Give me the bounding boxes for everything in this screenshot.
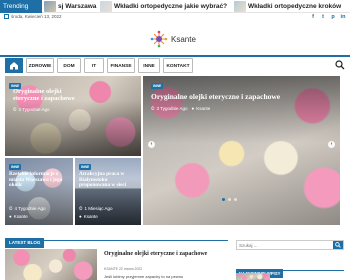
date-text: środa, Kwiecień 13, 2022 bbox=[11, 14, 62, 19]
latest-post-image[interactable] bbox=[5, 249, 97, 280]
facebook-icon[interactable]: f bbox=[310, 14, 316, 20]
card-time: 1 Miesiąc Ago bbox=[84, 206, 113, 211]
sidebar-recent-heading: NAJNOWSZE WPISY bbox=[236, 262, 344, 278]
search-input[interactable] bbox=[237, 241, 333, 249]
card-author-row: ● Ksante bbox=[9, 214, 28, 219]
nav-item-kontakt[interactable]: KONTAKT bbox=[163, 58, 193, 73]
category-badge[interactable]: INNE bbox=[9, 164, 22, 170]
section-title: LATEST BLOG bbox=[5, 238, 45, 248]
clock-icon: ⏲ bbox=[151, 106, 155, 111]
slider-dot[interactable] bbox=[222, 198, 225, 201]
nav-item-dom[interactable]: DOM bbox=[57, 58, 81, 73]
logo-text: Ksante bbox=[171, 34, 196, 44]
nav-item-finanse[interactable]: FINANSE bbox=[107, 58, 135, 73]
pinterest-icon[interactable]: p bbox=[330, 14, 336, 20]
card-author[interactable]: Ksante bbox=[196, 106, 210, 111]
trending-item-text: Wkładki ortopedyczne jakie wybrać? bbox=[114, 3, 228, 10]
slider-prev-button[interactable]: ‹ bbox=[148, 141, 155, 148]
card-author[interactable]: Ksante bbox=[14, 214, 28, 219]
latest-post-excerpt: Jeśli lubimy przyjemne zapachy to na pew… bbox=[104, 274, 184, 279]
trending-label: Trending News bbox=[0, 0, 42, 23]
search-button[interactable] bbox=[333, 241, 343, 249]
trending-item[interactable]: sj Warszawa bbox=[44, 0, 96, 13]
search-icon[interactable] bbox=[335, 60, 345, 70]
latest-post-title[interactable]: Oryginalne olejki eteryczne i zapachowe bbox=[104, 251, 230, 259]
card-title[interactable]: Atrakcyjna praca w Białymstoku proponowa… bbox=[79, 171, 139, 189]
user-icon: ● bbox=[191, 106, 195, 111]
nav-item-zdrowie[interactable]: ZDROWIE bbox=[26, 58, 54, 73]
category-badge[interactable]: INNE bbox=[79, 164, 92, 170]
featured-card-top-left[interactable]: INNE Oryginalne olejki eteryczne i zapac… bbox=[5, 76, 141, 156]
clock-icon: ⏲ bbox=[9, 206, 13, 211]
slider-title[interactable]: Oryginalne olejki eteryczne i zapachowe bbox=[151, 93, 336, 101]
trending-bar: Trending News sj Warszawa Wkładki ortope… bbox=[0, 0, 350, 23]
card-time: 4 Tygodnie Ago bbox=[14, 206, 46, 211]
header-date: środa, Kwiecień 13, 2022 bbox=[4, 14, 62, 19]
slider-main-card[interactable]: INNE Oryginalne olejki eteryczne i zapac… bbox=[143, 76, 340, 225]
trending-item[interactable]: Wkładki ortopedyczne jakie wybrać? bbox=[100, 0, 227, 13]
nav-item-it[interactable]: IT bbox=[84, 58, 104, 73]
main-nav: ZDROWIE DOM IT FINANSE INNE KONTAKT bbox=[0, 55, 350, 73]
trending-item-text: sj Warszawa bbox=[58, 3, 97, 10]
trending-item[interactable]: Wkładki ortopedyczne kroków bbox=[234, 0, 341, 13]
slider-next-button[interactable]: › bbox=[328, 141, 335, 148]
user-icon: ● bbox=[79, 214, 82, 219]
trending-thumbnail bbox=[44, 1, 56, 12]
home-icon bbox=[10, 62, 18, 70]
card-time: 3 Tygodnie Ago bbox=[156, 106, 188, 111]
sidebar-post-thumbnail[interactable] bbox=[236, 273, 270, 280]
card-author[interactable]: Ksante bbox=[84, 214, 98, 219]
card-author-row: ● Ksante bbox=[79, 214, 98, 219]
date-row: środa, Kwiecień 13, 2022 f t p in bbox=[0, 13, 350, 23]
search-icon bbox=[335, 242, 341, 248]
category-badge[interactable]: INNE bbox=[151, 83, 164, 89]
trending-thumbnail bbox=[100, 1, 112, 12]
card-title[interactable]: Rzetelne informacje z miasta Warszawa i … bbox=[9, 171, 71, 189]
nav-item-inne[interactable]: INNE bbox=[138, 58, 160, 73]
twitter-icon[interactable]: t bbox=[320, 14, 326, 20]
card-title[interactable]: Oryginalne olejki eteryczne i zapachowe bbox=[13, 88, 88, 103]
card-meta: ⏲ 3 Tygodnie Ago ● Ksante bbox=[151, 106, 210, 111]
slider-dot[interactable] bbox=[228, 198, 231, 201]
social-links: f t p in bbox=[310, 14, 346, 20]
card-meta: ⏲ 3 Tygodnie Ago bbox=[13, 107, 49, 112]
card-meta: ⏲ 1 Miesiąc Ago bbox=[79, 206, 113, 211]
sidebar-search bbox=[236, 240, 344, 250]
trending-item-text: Wkładki ortopedyczne kroków bbox=[248, 3, 342, 10]
card-meta: ⏲ 4 Tygodnie Ago bbox=[9, 206, 45, 211]
latest-post-meta: KSANTE 22 marca 2022 bbox=[104, 267, 143, 271]
card-time: 3 Tygodnie Ago bbox=[18, 107, 50, 112]
slider-dots bbox=[222, 198, 237, 201]
calendar-icon bbox=[4, 14, 9, 19]
linkedin-icon[interactable]: in bbox=[340, 14, 346, 20]
home-button[interactable] bbox=[5, 58, 23, 73]
clock-icon: ⏲ bbox=[13, 107, 17, 112]
user-icon: ● bbox=[9, 214, 12, 219]
logo-mark-icon bbox=[150, 30, 168, 48]
slider-dot[interactable] bbox=[234, 198, 237, 201]
clock-icon: ⏲ bbox=[79, 206, 83, 211]
latest-blog-heading: LATEST BLOG bbox=[5, 231, 228, 248]
featured-card-small-left[interactable]: INNE Rzetelne informacje z miasta Warsza… bbox=[5, 158, 73, 225]
trending-thumbnail bbox=[234, 1, 246, 12]
site-logo[interactable]: Ksante bbox=[148, 30, 196, 48]
featured-card-small-right[interactable]: INNE Atrakcyjna praca w Białymstoku prop… bbox=[75, 158, 141, 225]
